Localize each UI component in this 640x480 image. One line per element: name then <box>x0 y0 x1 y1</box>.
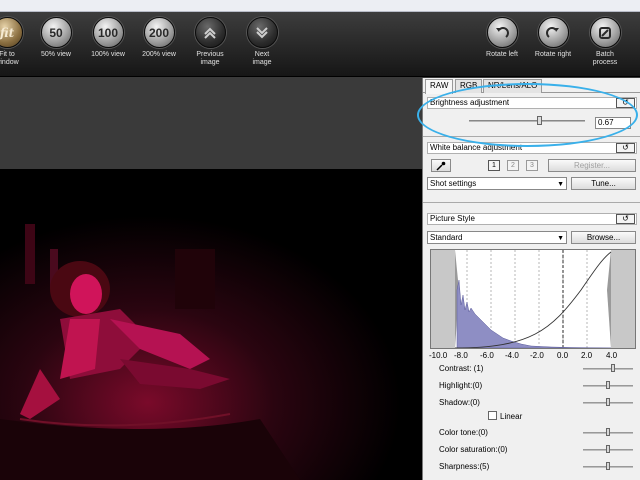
linear-checkbox[interactable] <box>488 411 497 420</box>
contrast-slider-track[interactable] <box>583 368 633 370</box>
image-viewer[interactable] <box>0 78 422 480</box>
tab-nr-lens-alo[interactable]: NR/Lens/ALO <box>483 79 543 93</box>
tab-bar: RAW RGB NR/Lens/ALO <box>423 78 640 94</box>
wb-slot-3[interactable]: 3 <box>526 160 538 171</box>
view-200-button[interactable]: 200 200% view <box>134 17 184 59</box>
view-100-button[interactable]: 100 100% view <box>83 17 133 59</box>
white-balance-select[interactable]: Shot settings ▼ <box>427 177 567 190</box>
view-50-label: 50% view <box>41 51 71 58</box>
next-image-button[interactable]: Next image <box>237 17 287 67</box>
contrast-slider-thumb[interactable] <box>611 364 615 372</box>
title-strip <box>0 0 640 12</box>
brightness-header: Brightness adjustment ↺ <box>427 97 637 109</box>
brightness-title: Brightness adjustment <box>430 98 510 107</box>
linear-label: Linear <box>500 412 523 421</box>
axis-label: -4.0 <box>505 351 519 360</box>
picture-style-header: Picture Style ↺ <box>427 213 637 225</box>
picture-style-title: Picture Style <box>430 214 475 223</box>
previous-image-label: Previous image <box>196 51 224 66</box>
brightness-value[interactable]: 0.67 <box>595 117 631 129</box>
brightness-slider-track[interactable] <box>469 120 585 122</box>
fit-icon: fit <box>0 17 23 48</box>
view-100-icon: 100 <box>92 17 124 48</box>
divider <box>423 136 640 137</box>
tab-rgb[interactable]: RGB <box>455 79 483 93</box>
view-100-label: 100% view <box>91 51 125 58</box>
tune-button[interactable]: Tune... <box>571 177 636 190</box>
previous-image-button[interactable]: Previous image <box>185 17 235 67</box>
rotate-right-icon <box>537 17 569 48</box>
tab-raw[interactable]: RAW <box>425 79 454 94</box>
batch-process-label: Batch process <box>592 51 618 66</box>
axis-label: -10.0 <box>429 351 448 360</box>
sharpness-slider-thumb[interactable] <box>606 462 610 470</box>
tool-palette: RAW RGB NR/Lens/ALO Brightness adjustmen… <box>422 78 640 480</box>
white-balance-title: White balance adjustment <box>430 143 523 152</box>
color-tone-slider-thumb[interactable] <box>606 428 610 436</box>
double-chevron-up-icon <box>194 17 226 48</box>
shadow-label: Shadow:(0) <box>439 398 480 407</box>
rotate-left-label: Rotate left <box>486 51 518 58</box>
white-balance-header: White balance adjustment ↺ <box>427 142 637 154</box>
double-chevron-down-icon <box>246 17 278 48</box>
wb-slot-2[interactable]: 2 <box>507 160 519 171</box>
rotate-left-button[interactable]: Rotate left <box>477 17 527 59</box>
picture-style-select[interactable]: Standard ▼ <box>427 231 567 244</box>
fit-to-window-label: Fit to window <box>0 51 19 66</box>
tone-curve-graph[interactable] <box>430 249 636 349</box>
picture-style-select-value: Standard <box>430 233 463 242</box>
rotate-right-label: Rotate right <box>534 51 572 58</box>
batch-process-icon <box>589 17 621 48</box>
preview-photo <box>0 169 422 480</box>
contrast-label: Contrast: (1) <box>439 364 484 373</box>
eyedropper-icon <box>436 161 446 171</box>
fit-to-window-button[interactable]: fit Fit to window <box>0 17 32 67</box>
axis-label: -6.0 <box>480 351 494 360</box>
axis-label: -8.0 <box>454 351 468 360</box>
color-tone-label: Color tone:(0) <box>439 428 488 437</box>
dropdown-arrow-icon: ▼ <box>557 235 564 242</box>
register-button[interactable]: Register... <box>548 159 636 172</box>
highlight-slider-thumb[interactable] <box>606 381 610 389</box>
browse-button[interactable]: Browse... <box>571 231 636 244</box>
brightness-reset-button[interactable]: ↺ <box>616 98 635 108</box>
eyedropper-button[interactable] <box>431 159 451 172</box>
rotate-right-button[interactable]: Rotate right <box>528 17 578 59</box>
color-saturation-slider-thumb[interactable] <box>606 445 610 453</box>
view-50-button[interactable]: 50 50% view <box>31 17 81 59</box>
divider <box>423 202 640 203</box>
brightness-slider-thumb[interactable] <box>536 116 542 125</box>
view-50-icon: 50 <box>40 17 72 48</box>
axis-label: -2.0 <box>530 351 544 360</box>
dropdown-arrow-icon: ▼ <box>557 181 564 188</box>
axis-label: 2.0 <box>581 351 593 360</box>
rotate-left-icon <box>486 17 518 48</box>
axis-label: 4.0 <box>606 351 618 360</box>
color-saturation-label: Color saturation:(0) <box>439 445 508 454</box>
white-balance-select-value: Shot settings <box>430 179 477 188</box>
view-200-icon: 200 <box>143 17 175 48</box>
axis-label: 0.0 <box>557 351 569 360</box>
wb-slot-1[interactable]: 1 <box>488 160 500 171</box>
shadow-slider-thumb[interactable] <box>606 398 610 406</box>
toolbar: fit Fit to window 50 50% view 100 100% v… <box>0 12 640 77</box>
next-image-label: Next image <box>252 51 272 66</box>
picture-style-reset-button[interactable]: ↺ <box>616 214 635 224</box>
highlight-label: Highlight:(0) <box>439 381 483 390</box>
batch-process-button[interactable]: Batch process <box>580 17 630 67</box>
sharpness-label: Sharpness:(5) <box>439 462 490 471</box>
view-200-label: 200% view <box>142 51 176 58</box>
white-balance-reset-button[interactable]: ↺ <box>616 143 635 153</box>
